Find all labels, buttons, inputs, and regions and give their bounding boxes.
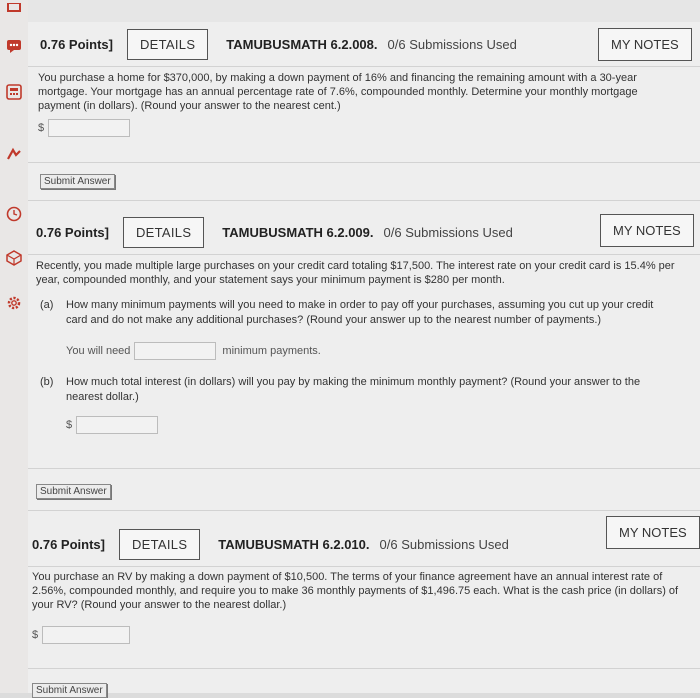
question-text: You purchase an RV by making a down paym… bbox=[32, 571, 679, 611]
details-button[interactable]: DETAILS bbox=[126, 28, 209, 60]
divider bbox=[28, 66, 700, 67]
question-header: 0.76 Points] DETAILS TAMUBUSMATH 6.2.010… bbox=[28, 522, 700, 566]
part-b-label: (b) bbox=[40, 376, 54, 388]
bookmark-icon[interactable] bbox=[6, 0, 22, 16]
answer-row: You will need minimum payments. bbox=[66, 342, 321, 360]
details-button[interactable]: DETAILS bbox=[122, 216, 205, 248]
assignment-page: 0.76 Points] DETAILS TAMUBUSMATH 6.2.008… bbox=[28, 0, 700, 698]
submit-answer-button[interactable]: Submit Answer bbox=[36, 484, 111, 499]
answer-row: $ bbox=[66, 416, 159, 434]
dollar-prefix: $ bbox=[32, 629, 39, 641]
submissions-used: 0/6 Submissions Used bbox=[383, 224, 513, 240]
calculator-icon[interactable] bbox=[6, 84, 22, 100]
gear-icon[interactable] bbox=[6, 295, 22, 311]
part-a-label: (a) bbox=[40, 299, 54, 311]
divider bbox=[28, 162, 700, 163]
answer-row: $ bbox=[32, 626, 131, 644]
divider bbox=[28, 200, 700, 201]
interest-input[interactable] bbox=[76, 416, 159, 434]
answer-trail-text: minimum payments. bbox=[222, 345, 321, 357]
part-b: (b) How much total interest (in dollars) … bbox=[40, 375, 680, 405]
points-label: 0.76 Points] bbox=[32, 536, 105, 552]
divider bbox=[28, 668, 700, 669]
question-code: TAMUBUSMATH 6.2.009. bbox=[222, 224, 374, 240]
divider bbox=[28, 468, 700, 469]
answer-row: $ bbox=[38, 119, 131, 137]
my-notes-button[interactable]: MY NOTES bbox=[598, 28, 692, 61]
points-label: 0.76 Points] bbox=[36, 224, 109, 240]
submit-answer-button[interactable]: Submit Answer bbox=[40, 174, 115, 189]
divider bbox=[28, 510, 700, 511]
divider bbox=[28, 254, 700, 255]
graph-icon[interactable] bbox=[6, 146, 22, 162]
divider bbox=[28, 566, 700, 567]
dollar-prefix: $ bbox=[66, 419, 73, 431]
payments-input[interactable] bbox=[134, 342, 217, 360]
part-a: (a) How many minimum payments will you ne… bbox=[40, 298, 680, 328]
clock-icon[interactable] bbox=[6, 206, 22, 222]
submit-answer-button[interactable]: Submit Answer bbox=[32, 683, 107, 698]
question-code: TAMUBUSMATH 6.2.008. bbox=[226, 36, 378, 52]
left-toolbar bbox=[0, 0, 28, 693]
part-b-question: How much total interest (in dollars) wil… bbox=[66, 376, 641, 403]
chat-icon[interactable] bbox=[6, 38, 22, 54]
my-notes-button[interactable]: MY NOTES bbox=[606, 516, 700, 549]
part-a-question: How many minimum payments will you need … bbox=[66, 299, 654, 326]
top-strip bbox=[28, 0, 700, 22]
cube-icon[interactable] bbox=[6, 250, 22, 266]
points-label: 0.76 Points] bbox=[40, 36, 113, 52]
submissions-used: 0/6 Submissions Used bbox=[387, 36, 517, 52]
question-text: Recently, you made multiple large purcha… bbox=[36, 260, 675, 286]
question-text: You purchase a home for $370,000, by mak… bbox=[38, 72, 638, 112]
my-notes-button[interactable]: MY NOTES bbox=[600, 214, 694, 247]
submissions-used: 0/6 Submissions Used bbox=[379, 536, 509, 552]
dollar-prefix: $ bbox=[38, 122, 45, 134]
question-code: TAMUBUSMATH 6.2.010. bbox=[218, 536, 370, 552]
details-button[interactable]: DETAILS bbox=[118, 528, 201, 560]
answer-input[interactable] bbox=[48, 119, 131, 137]
answer-input[interactable] bbox=[42, 626, 131, 644]
answer-lead-text: You will need bbox=[66, 345, 131, 357]
